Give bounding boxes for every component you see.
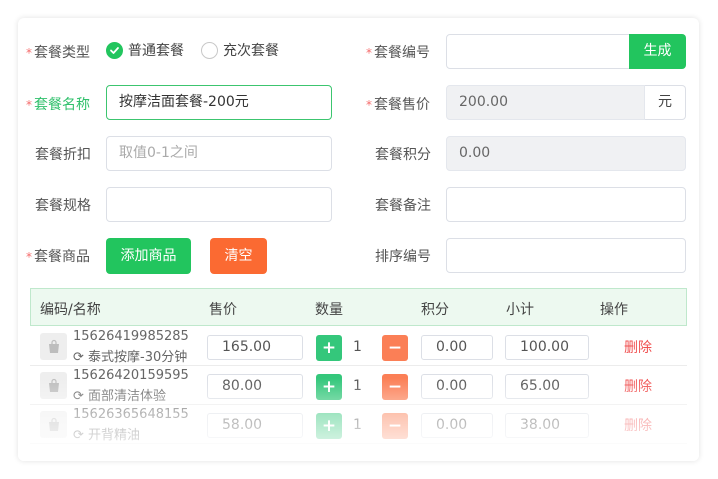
qty-plus-button[interactable]: + xyxy=(316,335,342,361)
remark-input[interactable] xyxy=(446,187,686,222)
row-points-input[interactable]: 0.00 xyxy=(421,413,493,438)
table-row: 15626420159595 ⟳ 面部清洁体验 80.00 + 1 − 0.00… xyxy=(30,366,687,405)
price-label: * 套餐售价 xyxy=(366,97,430,113)
header-subtotal: 小计 xyxy=(506,302,534,318)
header-qty: 数量 xyxy=(315,302,343,318)
table-header: 编码/名称 售价 数量 积分 小计 操作 xyxy=(30,288,687,326)
name-label: * 套餐名称 xyxy=(26,97,90,113)
price-input[interactable]: 200.00 xyxy=(446,85,645,120)
code-input[interactable] xyxy=(446,34,631,69)
row-subtotal-input[interactable]: 65.00 xyxy=(505,374,589,399)
refresh-icon: ⟳ xyxy=(73,350,89,365)
qty-plus-button[interactable]: + xyxy=(316,413,342,439)
refresh-icon: ⟳ xyxy=(73,389,89,404)
bag-icon xyxy=(40,372,67,399)
product-name: ⟳ 开背精油 xyxy=(73,428,141,443)
sort-input[interactable] xyxy=(446,238,686,273)
product-code: 15626419985285 xyxy=(73,329,189,344)
header-action: 操作 xyxy=(600,302,628,318)
radio-normal-package[interactable]: 普通套餐 xyxy=(106,40,184,60)
header-code-name: 编码/名称 xyxy=(40,302,101,318)
discount-label: 套餐折扣 xyxy=(35,147,91,163)
table-row: 15626365648155 ⟳ 开背精油 58.00 + 1 − 0.00 3… xyxy=(30,405,687,444)
qty-minus-button[interactable]: − xyxy=(382,374,408,400)
row-subtotal-input[interactable]: 38.00 xyxy=(505,413,589,438)
spec-input[interactable] xyxy=(106,187,332,222)
goods-table: 编码/名称 售价 数量 积分 小计 操作 15626419985285 ⟳ 泰式… xyxy=(30,288,687,461)
qty-minus-button[interactable]: − xyxy=(382,335,408,361)
table-row: 15626419985285 ⟳ 泰式按摩-30分钟 165.00 + 1 − … xyxy=(30,327,687,366)
product-name: ⟳ 泰式按摩-30分钟 xyxy=(73,350,188,365)
discount-input[interactable]: 取值0-1之间 xyxy=(106,136,332,171)
spec-label: 套餐规格 xyxy=(35,198,91,214)
bag-icon xyxy=(40,411,67,438)
product-code: 15626365648155 xyxy=(73,407,189,422)
points-input[interactable]: 0.00 xyxy=(446,136,686,171)
add-goods-button[interactable]: 添加商品 xyxy=(106,238,191,274)
header-points: 积分 xyxy=(421,302,449,318)
qty-minus-button[interactable]: − xyxy=(382,413,408,439)
qty-plus-button[interactable]: + xyxy=(316,374,342,400)
header-price: 售价 xyxy=(209,302,237,318)
delete-link[interactable]: 删除 xyxy=(624,415,652,435)
qty-value: 1 xyxy=(353,378,362,394)
delete-link[interactable]: 删除 xyxy=(624,376,652,396)
row-points-input[interactable]: 0.00 xyxy=(421,374,493,399)
points-label: 套餐积分 xyxy=(375,147,431,163)
package-form-card: * 套餐类型 普通套餐 充次套餐 * 套餐编号 生成 * 套餐名称 按摩洁面套餐-20… xyxy=(18,18,699,461)
product-name: ⟳ 面部清洁体验 xyxy=(73,389,167,404)
price-unit: 元 xyxy=(645,85,686,120)
name-input[interactable]: 按摩洁面套餐-200元 xyxy=(106,85,332,120)
remark-label: 套餐备注 xyxy=(375,198,431,214)
radio-times-package[interactable]: 充次套餐 xyxy=(201,40,279,60)
check-icon xyxy=(106,41,123,59)
sort-label: 排序编号 xyxy=(375,249,431,265)
row-points-input[interactable]: 0.00 xyxy=(421,335,493,360)
goods-label: * 套餐商品 xyxy=(26,249,90,265)
product-code: 15626420159595 xyxy=(73,368,189,383)
row-price-input[interactable]: 165.00 xyxy=(207,335,303,360)
bag-icon xyxy=(40,333,67,360)
clear-button[interactable]: 清空 xyxy=(210,238,267,274)
row-price-input[interactable]: 58.00 xyxy=(207,413,303,438)
code-label: * 套餐编号 xyxy=(366,45,430,61)
row-price-input[interactable]: 80.00 xyxy=(207,374,303,399)
qty-value: 1 xyxy=(353,417,362,433)
delete-link[interactable]: 删除 xyxy=(624,337,652,357)
qty-value: 1 xyxy=(353,339,362,355)
generate-button[interactable]: 生成 xyxy=(629,34,686,69)
row-subtotal-input[interactable]: 100.00 xyxy=(505,335,589,360)
refresh-icon: ⟳ xyxy=(73,428,89,443)
type-label: * 套餐类型 xyxy=(26,45,90,61)
